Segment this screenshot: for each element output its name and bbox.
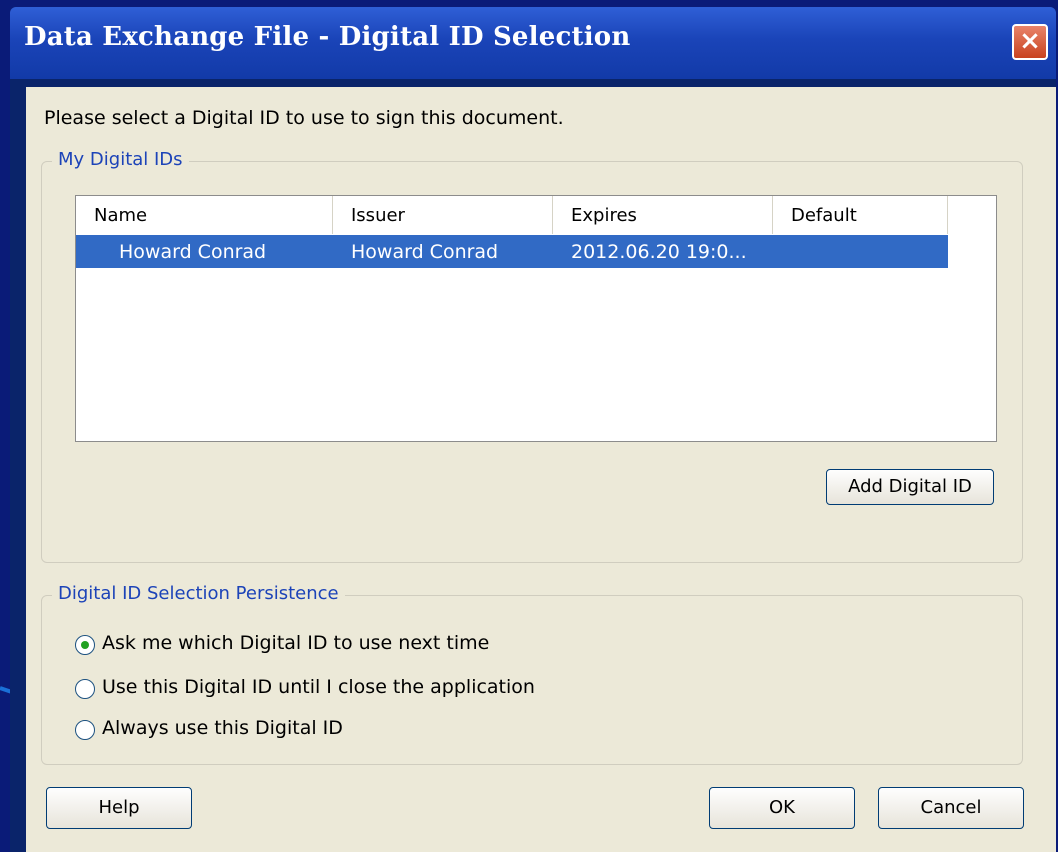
title-bar[interactable]: Data Exchange File - Digital ID Selectio… <box>10 7 1056 79</box>
column-header-expires[interactable]: Expires <box>553 196 773 234</box>
group-label: My Digital IDs <box>52 149 189 170</box>
radio-label: Always use this Digital ID <box>102 717 343 739</box>
my-digital-ids-group: My Digital IDs Name Issuer Expires Defau… <box>41 149 1023 563</box>
cell-expires: 2012.06.20 19:0... <box>571 241 747 263</box>
column-header-name[interactable]: Name <box>76 196 333 234</box>
radio-label: Use this Digital ID until I close the ap… <box>102 676 535 698</box>
radio-button[interactable] <box>75 635 95 655</box>
dialog-window: Data Exchange File - Digital ID Selectio… <box>10 7 1056 852</box>
persistence-group: Digital ID Selection Persistence Ask me … <box>41 583 1023 765</box>
table-row[interactable]: Howard Conrad Howard Conrad 2012.06.20 1… <box>76 235 948 268</box>
dialog-body: Please select a Digital ID to use to sig… <box>26 87 1056 852</box>
add-digital-id-button[interactable]: Add Digital ID <box>826 469 994 505</box>
column-header-default[interactable]: Default <box>773 196 948 234</box>
ok-button[interactable]: OK <box>709 787 855 829</box>
help-button[interactable]: Help <box>46 787 192 829</box>
digital-id-list[interactable]: Name Issuer Expires Default Howard Conra… <box>75 195 997 442</box>
column-header-issuer[interactable]: Issuer <box>333 196 553 234</box>
radio-label: Ask me which Digital ID to use next time <box>102 632 490 654</box>
group-label: Digital ID Selection Persistence <box>52 583 345 604</box>
close-button[interactable]: × <box>1012 24 1048 60</box>
instruction-text: Please select a Digital ID to use to sig… <box>44 107 564 129</box>
list-header: Name Issuer Expires Default <box>76 196 996 234</box>
cancel-button[interactable]: Cancel <box>878 787 1024 829</box>
cell-issuer: Howard Conrad <box>351 241 499 263</box>
radio-button[interactable] <box>75 720 95 740</box>
window-title: Data Exchange File - Digital ID Selectio… <box>24 22 631 52</box>
radio-selected-dot <box>81 641 89 649</box>
cell-name: Howard Conrad <box>119 241 267 263</box>
radio-button[interactable] <box>75 679 95 699</box>
